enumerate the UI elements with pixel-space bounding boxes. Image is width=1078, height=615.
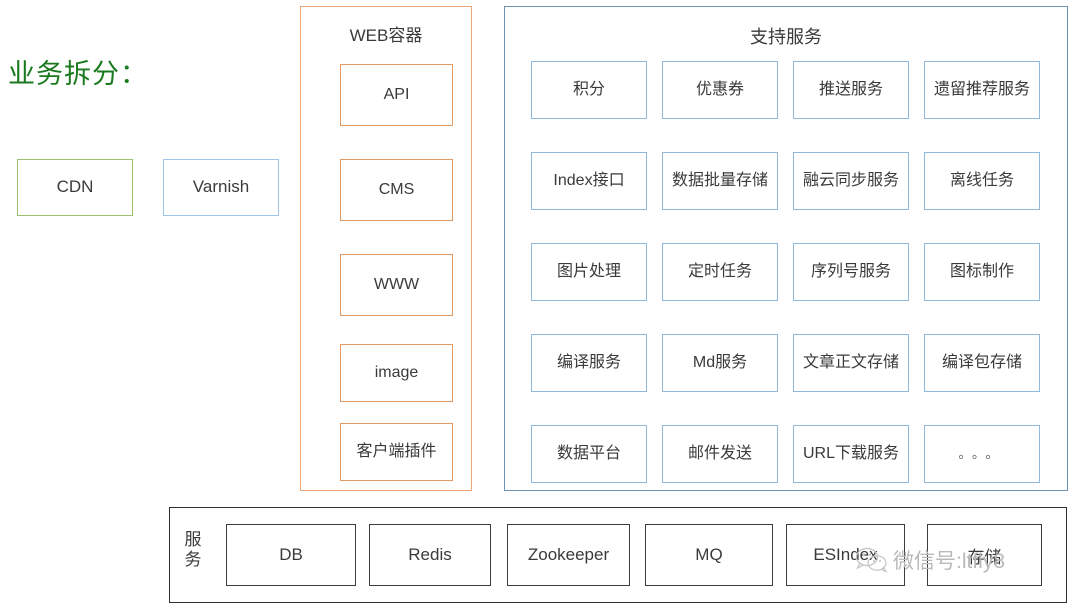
service-box[interactable]: 文章正文存储	[793, 334, 909, 392]
service-label: 定时任务	[687, 263, 752, 281]
web-item-www[interactable]: WWW	[340, 254, 453, 316]
service-box[interactable]: 邮件发送	[662, 425, 778, 483]
support-services-grid: 积分 优惠券 推送服务 遗留推荐服务 Index接口 数据批量存储 融云同步服务…	[531, 61, 1040, 483]
service-box[interactable]: 优惠券	[662, 61, 778, 119]
infra-item-redis[interactable]: Redis	[369, 524, 491, 586]
support-services-panel: 支持服务 积分 优惠券 推送服务 遗留推荐服务 Index接口 数据批量存储 融…	[504, 6, 1068, 491]
service-box[interactable]: 遗留推荐服务	[924, 61, 1040, 119]
service-label: Md服务	[692, 354, 748, 372]
diagram-canvas: 业务拆分： CDN Varnish WEB容器 API CMS WWW imag…	[0, 0, 1078, 615]
service-label: 数据平台	[556, 445, 621, 463]
web-item-api-label: API	[383, 86, 410, 103]
infra-item-redis-label: Redis	[408, 545, 452, 564]
service-label: 数据批量存储	[671, 172, 768, 190]
infra-item-zookeeper-label: Zookeeper	[527, 545, 610, 564]
service-label: 积分	[572, 81, 605, 99]
infra-item-db-label: DB	[279, 545, 303, 564]
node-varnish-label: Varnish	[192, 177, 250, 197]
service-box[interactable]: 编译服务	[531, 334, 647, 392]
infra-item-esindex-label: ESIndex	[813, 545, 878, 564]
service-label: 优惠券	[695, 81, 744, 99]
service-box[interactable]: 积分	[531, 61, 647, 119]
web-item-cms-label: CMS	[378, 181, 415, 198]
page-title: 业务拆分：	[8, 59, 148, 89]
web-item-image[interactable]: image	[340, 344, 453, 402]
service-label: Index接口	[553, 172, 625, 190]
node-cdn[interactable]: CDN	[17, 159, 133, 216]
web-item-cms[interactable]: CMS	[340, 159, 453, 221]
web-container-panel: WEB容器 API CMS WWW image 客户端插件	[300, 6, 472, 491]
service-label: 融云同步服务	[802, 172, 899, 190]
infra-item-storage-label: 存储	[967, 547, 1002, 567]
infra-item-esindex[interactable]: ESIndex	[786, 524, 905, 586]
service-box[interactable]: 编译包存储	[924, 334, 1040, 392]
web-item-client-plugin[interactable]: 客户端插件	[340, 423, 453, 481]
service-box[interactable]: 图标制作	[924, 243, 1040, 301]
service-box[interactable]: 定时任务	[662, 243, 778, 301]
web-item-www-label: WWW	[373, 276, 420, 293]
service-box[interactable]: URL下载服务	[793, 425, 909, 483]
service-label: URL下载服务	[802, 445, 899, 463]
service-label: 遗留推荐服务	[933, 81, 1030, 99]
service-box[interactable]: 数据批量存储	[662, 152, 778, 210]
service-label: 编译服务	[556, 354, 621, 372]
service-box[interactable]: 序列号服务	[793, 243, 909, 301]
service-label: 邮件发送	[687, 445, 752, 463]
service-label: 编译包存储	[941, 354, 1022, 372]
web-item-client-plugin-label: 客户端插件	[356, 443, 437, 460]
web-container-title: WEB容器	[349, 26, 423, 45]
infra-item-db[interactable]: DB	[226, 524, 356, 586]
web-item-api[interactable]: API	[340, 64, 453, 126]
support-services-title: 支持服务	[750, 27, 822, 47]
service-box[interactable]: 数据平台	[531, 425, 647, 483]
service-box[interactable]: 融云同步服务	[793, 152, 909, 210]
web-item-image-label: image	[374, 364, 419, 381]
service-box[interactable]: 图片处理	[531, 243, 647, 301]
infra-item-mq-label: MQ	[695, 545, 723, 564]
service-label: 推送服务	[818, 81, 883, 99]
service-label: 离线任务	[949, 172, 1014, 190]
infrastructure-label: 服务	[184, 530, 202, 569]
service-label: 。。。	[958, 446, 1006, 462]
service-label: 图标制作	[949, 263, 1014, 281]
infrastructure-panel: 服务 DB Redis Zookeeper MQ ESIndex 存储	[169, 507, 1067, 603]
service-box[interactable]: 推送服务	[793, 61, 909, 119]
service-label: 图片处理	[556, 263, 621, 281]
node-varnish[interactable]: Varnish	[163, 159, 279, 216]
infra-item-zookeeper[interactable]: Zookeeper	[507, 524, 630, 586]
service-box[interactable]: 离线任务	[924, 152, 1040, 210]
service-box-more[interactable]: 。。。	[924, 425, 1040, 483]
service-label: 文章正文存储	[802, 354, 899, 372]
service-label: 序列号服务	[810, 263, 891, 281]
node-cdn-label: CDN	[56, 177, 94, 197]
service-box[interactable]: Index接口	[531, 152, 647, 210]
infra-item-storage[interactable]: 存储	[927, 524, 1042, 586]
service-box[interactable]: Md服务	[662, 334, 778, 392]
infra-item-mq[interactable]: MQ	[645, 524, 773, 586]
